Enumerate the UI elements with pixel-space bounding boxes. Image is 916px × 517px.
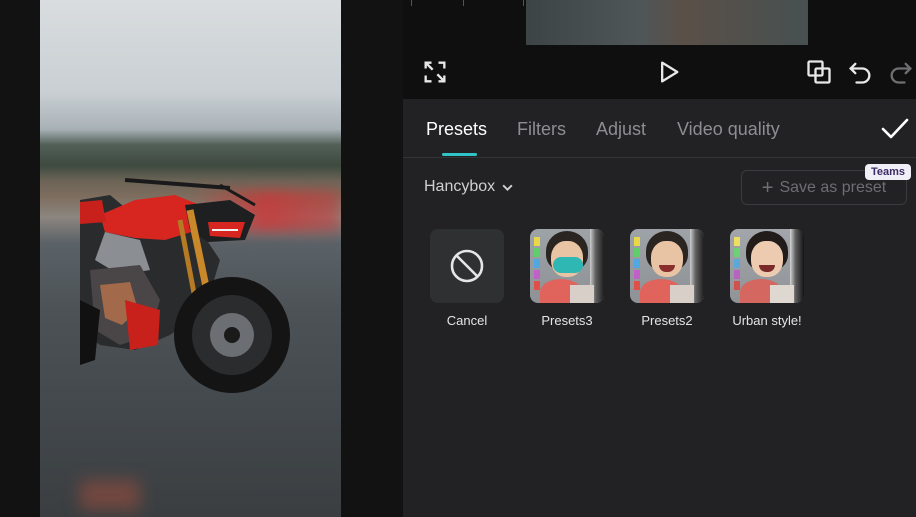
tab-bar: Presets Filters Adjust Video quality (403, 99, 916, 158)
preview-side-right (341, 0, 403, 517)
timeline-tick (523, 0, 524, 6)
child-photo-image (530, 229, 604, 303)
tab-presets[interactable]: Presets (426, 119, 487, 140)
dropdown-label: Hancybox (424, 178, 496, 195)
preset-thumbnail (430, 229, 504, 303)
top-toolbar (403, 0, 916, 99)
preset-group-dropdown[interactable]: Hancybox (424, 178, 514, 196)
preset-label: Urban style! (732, 313, 802, 328)
preset-item-urban-style[interactable]: Urban style! (730, 229, 804, 328)
tab-filters[interactable]: Filters (517, 119, 566, 140)
video-preview[interactable] (40, 0, 341, 517)
preset-item-presets3[interactable]: Presets3 (530, 229, 604, 328)
preset-item-presets2[interactable]: Presets2 (630, 229, 704, 328)
timeline-tick (411, 0, 412, 6)
save-as-preset-label: Save as preset (779, 178, 887, 196)
preset-label: Presets3 (541, 313, 593, 328)
teams-badge: Teams (865, 164, 912, 180)
preset-thumbnail (730, 229, 804, 303)
fullscreen-icon[interactable] (421, 58, 449, 86)
preset-thumbnail (530, 229, 604, 303)
motorcycle-image (80, 178, 290, 393)
chevron-down-icon (502, 184, 513, 191)
preset-thumbnail (630, 229, 704, 303)
child-photo-image (630, 229, 704, 303)
preset-label: Presets2 (641, 313, 693, 328)
child-photo-image (730, 229, 804, 303)
redo-icon[interactable] (887, 58, 915, 86)
plus-icon: + (761, 176, 774, 199)
timeline-tick (463, 0, 464, 6)
tab-adjust[interactable]: Adjust (596, 119, 646, 140)
preview-side-left (0, 0, 40, 517)
background-red-blur-bottom (80, 480, 140, 510)
adjust-panel: Presets Filters Adjust Video quality Han… (403, 0, 916, 517)
play-icon[interactable] (654, 58, 682, 86)
preset-item-cancel[interactable]: Cancel (430, 229, 504, 328)
undo-icon[interactable] (846, 58, 874, 86)
tab-video-quality[interactable]: Video quality (677, 119, 780, 140)
preset-label: Cancel (446, 313, 488, 328)
cancel-icon (450, 249, 484, 283)
confirm-check-icon[interactable] (880, 116, 910, 142)
compare-icon[interactable] (805, 58, 833, 86)
active-tab-indicator (442, 153, 477, 156)
timeline-thumbnail[interactable] (526, 0, 808, 45)
